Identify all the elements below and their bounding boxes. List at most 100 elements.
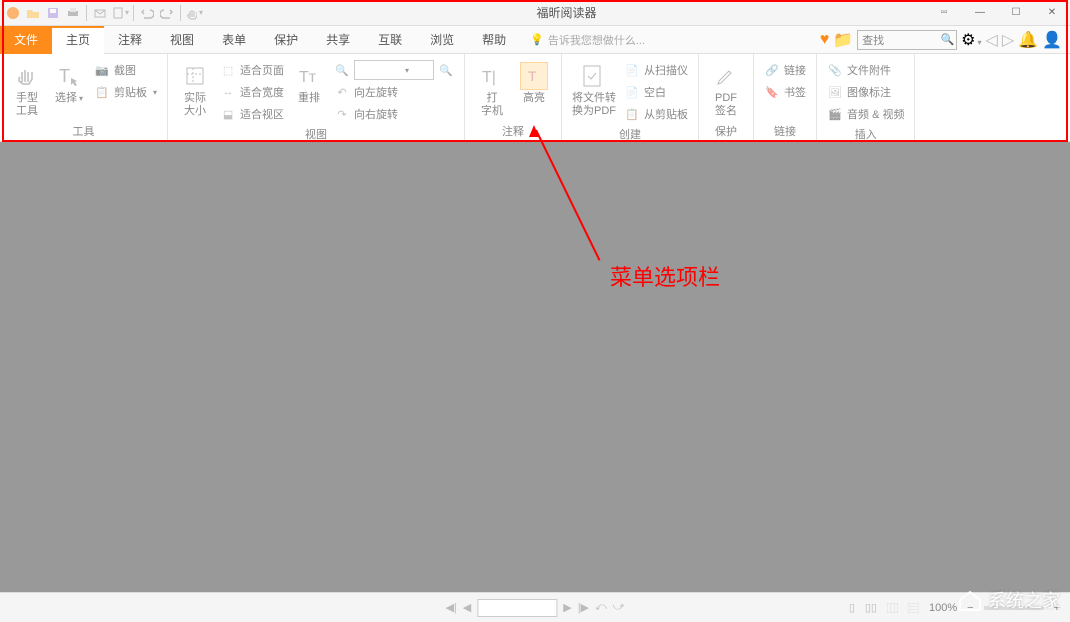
group-insert-label: 插入 <box>825 124 906 144</box>
typewriter-button[interactable]: T| 打 字机 <box>473 58 511 121</box>
pdf-sign-button[interactable]: PDF 签名 <box>707 58 745 121</box>
blank-button[interactable]: 📄空白 <box>622 82 690 102</box>
zoom-input[interactable] <box>355 64 405 76</box>
hand-dropdown[interactable] <box>185 4 203 22</box>
tab-share[interactable]: 共享 <box>312 26 364 54</box>
nav-fwd-icon[interactable]: ⤻ <box>613 601 625 614</box>
clipboard-icon: 📋 <box>94 84 110 100</box>
maximize-icon[interactable]: ☐ <box>1002 5 1030 21</box>
from-clipboard-button[interactable]: 📋从剪贴板 <box>622 104 690 124</box>
highlight-icon: T <box>520 62 548 90</box>
hand-icon <box>13 62 41 90</box>
zoom-level: 100% <box>929 602 957 614</box>
annotation-text: 菜单选项栏 <box>610 260 720 292</box>
print-icon[interactable] <box>64 4 82 22</box>
first-page-icon[interactable]: ◀| <box>445 601 456 614</box>
zoom-combo[interactable]: 🔍 ▾ 🔍 <box>332 60 456 80</box>
tab-view[interactable]: 视图 <box>156 26 208 54</box>
rotate-left-button[interactable]: ↶向左旋转 <box>332 82 456 102</box>
fit-visible-button[interactable]: ⬓适合视区 <box>218 104 286 124</box>
undo-icon[interactable] <box>138 4 156 22</box>
nav-next-icon[interactable]: ▷ <box>1002 30 1014 50</box>
link-button[interactable]: 🔗链接 <box>762 60 808 80</box>
select-icon: T <box>55 62 83 90</box>
user-icon[interactable]: 👤 <box>1042 30 1062 50</box>
zoom-in-icon[interactable]: 🔍 <box>438 62 454 78</box>
layout-book-icon[interactable]: ⿳ <box>908 600 919 616</box>
close-icon[interactable]: ✕ <box>1038 5 1066 21</box>
clipboard-button[interactable]: 📋剪贴板 <box>92 82 159 102</box>
zoom-out-icon[interactable]: 🔍 <box>334 62 350 78</box>
av-button[interactable]: 🎬音频 & 视频 <box>825 104 906 124</box>
gear-icon[interactable]: ⚙ <box>961 30 981 50</box>
fit-page-button[interactable]: ⬚适合页面 <box>218 60 286 80</box>
convert-icon <box>580 62 608 90</box>
annotation-arrow <box>535 130 600 261</box>
title-bar: 福昕阅读器 ▫▫ — ☐ ✕ <box>0 0 1070 26</box>
from-scanner-button[interactable]: 📄从扫描仪 <box>622 60 690 80</box>
page-input[interactable] <box>477 599 557 617</box>
last-page-icon[interactable]: |▶ <box>578 601 589 614</box>
tab-protect[interactable]: 保护 <box>260 26 312 54</box>
search-icon[interactable]: 🔍 <box>940 33 954 46</box>
screenshot-button[interactable]: 📷截图 <box>92 60 159 80</box>
save-icon[interactable] <box>44 4 62 22</box>
prev-page-icon[interactable]: ◀ <box>463 601 471 614</box>
email-icon[interactable] <box>91 4 109 22</box>
bulb-icon: 💡 <box>530 33 544 46</box>
layout-single-icon[interactable]: ▯ <box>849 601 855 614</box>
window-title: 福昕阅读器 <box>203 4 930 21</box>
fit-page-icon: ⬚ <box>220 62 236 78</box>
tab-annotate[interactable]: 注释 <box>104 26 156 54</box>
watermark: 系统之家 <box>956 586 1060 614</box>
open-icon[interactable] <box>24 4 42 22</box>
reflow-button[interactable]: Tᴛ 重排 <box>290 58 328 124</box>
folder-icon[interactable]: 📁 <box>833 30 853 50</box>
menu-bar: 文件 主页 注释 视图 表单 保护 共享 互联 浏览 帮助 💡 告诉我您想做什么… <box>0 26 1070 54</box>
typewriter-icon: T| <box>478 62 506 90</box>
fit-visible-icon: ⬓ <box>220 106 236 122</box>
svg-text:T: T <box>59 66 70 86</box>
ribbon-minimize-icon[interactable]: ▫▫ <box>930 5 958 21</box>
redo-icon[interactable] <box>158 4 176 22</box>
bell-icon[interactable]: 🔔 <box>1018 30 1038 50</box>
attachment-button[interactable]: 📎文件附件 <box>825 60 906 80</box>
svg-text:Tᴛ: Tᴛ <box>299 69 317 86</box>
tab-file[interactable]: 文件 <box>0 26 52 54</box>
bookmark-button[interactable]: 🔖书签 <box>762 82 808 102</box>
app-icon[interactable] <box>4 4 22 22</box>
group-tools-label: 工具 <box>8 121 159 141</box>
hand-tool-button[interactable]: 手型 工具 <box>8 58 46 121</box>
rotate-left-icon: ↶ <box>334 84 350 100</box>
tab-browse[interactable]: 浏览 <box>416 26 468 54</box>
tab-connect[interactable]: 互联 <box>364 26 416 54</box>
rotate-right-button[interactable]: ↷向右旋转 <box>332 104 456 124</box>
layout-continuous-icon[interactable]: ▯▯ <box>865 601 877 614</box>
tab-table[interactable]: 表单 <box>208 26 260 54</box>
convert-button[interactable]: 将文件转 换为PDF <box>570 58 618 124</box>
svg-text:T|: T| <box>482 69 496 86</box>
status-bar: ◀| ◀ ▶ |▶ ⤺ ⤻ ▯ ▯▯ ⿲ ⿳ 100% − + <box>0 592 1070 622</box>
select-button[interactable]: T 选择 <box>50 58 88 121</box>
actual-size-icon <box>181 62 209 90</box>
svg-text:T: T <box>528 68 537 84</box>
clipboard-icon: 📋 <box>624 106 640 122</box>
actual-size-button[interactable]: 实际 大小 <box>176 58 214 124</box>
next-page-icon[interactable]: ▶ <box>563 601 571 614</box>
tab-home[interactable]: 主页 <box>52 26 104 54</box>
image-icon: 🖼 <box>827 84 843 100</box>
image-annot-button[interactable]: 🖼图像标注 <box>825 82 906 102</box>
tab-help[interactable]: 帮助 <box>468 26 520 54</box>
nav-prev-icon[interactable]: ◁ <box>986 30 998 50</box>
tell-me-search[interactable]: 💡 告诉我您想做什么... <box>530 32 645 48</box>
attachment-icon: 📎 <box>827 62 843 78</box>
group-protect-label: 保护 <box>707 121 745 141</box>
highlight-button[interactable]: T 高亮 <box>515 58 553 121</box>
search-input[interactable]: 查找 🔍 <box>857 30 957 50</box>
minimize-icon[interactable]: — <box>966 5 994 21</box>
fit-width-button[interactable]: ↔适合宽度 <box>218 82 286 102</box>
attach-dropdown[interactable] <box>111 4 129 22</box>
layout-facing-icon[interactable]: ⿲ <box>887 600 898 616</box>
heart-icon[interactable]: ♥ <box>820 31 830 49</box>
nav-back-icon[interactable]: ⤺ <box>595 601 607 614</box>
